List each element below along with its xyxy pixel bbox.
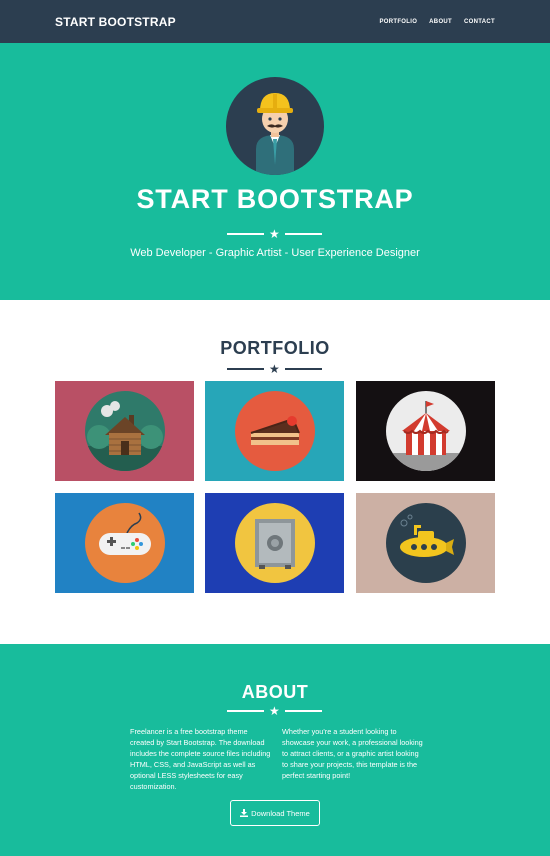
portfolio-item-submarine[interactable] [356, 493, 495, 593]
star-icon: ★ [269, 362, 280, 376]
download-theme-label: Download Theme [251, 808, 310, 818]
profile-avatar-icon [256, 93, 294, 175]
portfolio-item-controller[interactable] [55, 493, 194, 593]
divider-line [284, 368, 322, 370]
portfolio-item-cabin[interactable] [55, 381, 194, 481]
brand-link[interactable]: START BOOTSTRAP [55, 15, 176, 29]
portfolio-divider: ★ [227, 363, 322, 375]
circus-tent-icon [385, 391, 466, 471]
portfolio-section: PORTFOLIO ★ [0, 300, 550, 644]
portfolio-item-circus[interactable] [356, 381, 495, 481]
nav-item-portfolio[interactable]: PORTFOLIO [379, 19, 417, 25]
divider-line [284, 710, 322, 712]
navbar: START BOOTSTRAP PORTFOLIO ABOUT CONTACT [0, 0, 550, 43]
divider-line [227, 368, 264, 370]
nav-item-contact[interactable]: CONTACT [464, 19, 495, 25]
header-subtitle: Web Developer - Graphic Artist - User Ex… [130, 247, 420, 259]
header-divider: ★ [227, 228, 322, 240]
divider-line [284, 233, 322, 235]
about-text-right: Whether you're a student looking to show… [282, 727, 423, 780]
safe-icon [234, 503, 315, 583]
game-controller-icon [84, 503, 165, 583]
about-title: ABOUT [241, 682, 309, 702]
nav-item-about[interactable]: ABOUT [429, 19, 452, 25]
star-icon: ★ [269, 704, 280, 718]
submarine-icon [385, 503, 466, 583]
about-divider: ★ [227, 705, 322, 717]
cabin-icon [84, 391, 165, 471]
star-icon: ★ [269, 227, 280, 241]
nav-menu: PORTFOLIO ABOUT CONTACT [379, 19, 495, 25]
about-section: ABOUT ★ Freelancer is a free bootstrap t… [0, 644, 550, 856]
portfolio-title: PORTFOLIO [220, 338, 330, 358]
divider-line [227, 710, 264, 712]
cake-icon [234, 391, 315, 471]
download-theme-button[interactable]: Download Theme [230, 800, 320, 826]
header-section: START BOOTSTRAP ★ Web Developer - Graphi… [0, 43, 550, 300]
download-icon [240, 809, 249, 817]
portfolio-item-cake[interactable] [205, 381, 344, 481]
portfolio-item-safe[interactable] [205, 493, 344, 593]
divider-line [227, 233, 264, 235]
avatar [226, 77, 324, 175]
about-text-left: Freelancer is a free bootstrap theme cre… [130, 727, 271, 791]
page-title: START BOOTSTRAP [136, 184, 414, 214]
